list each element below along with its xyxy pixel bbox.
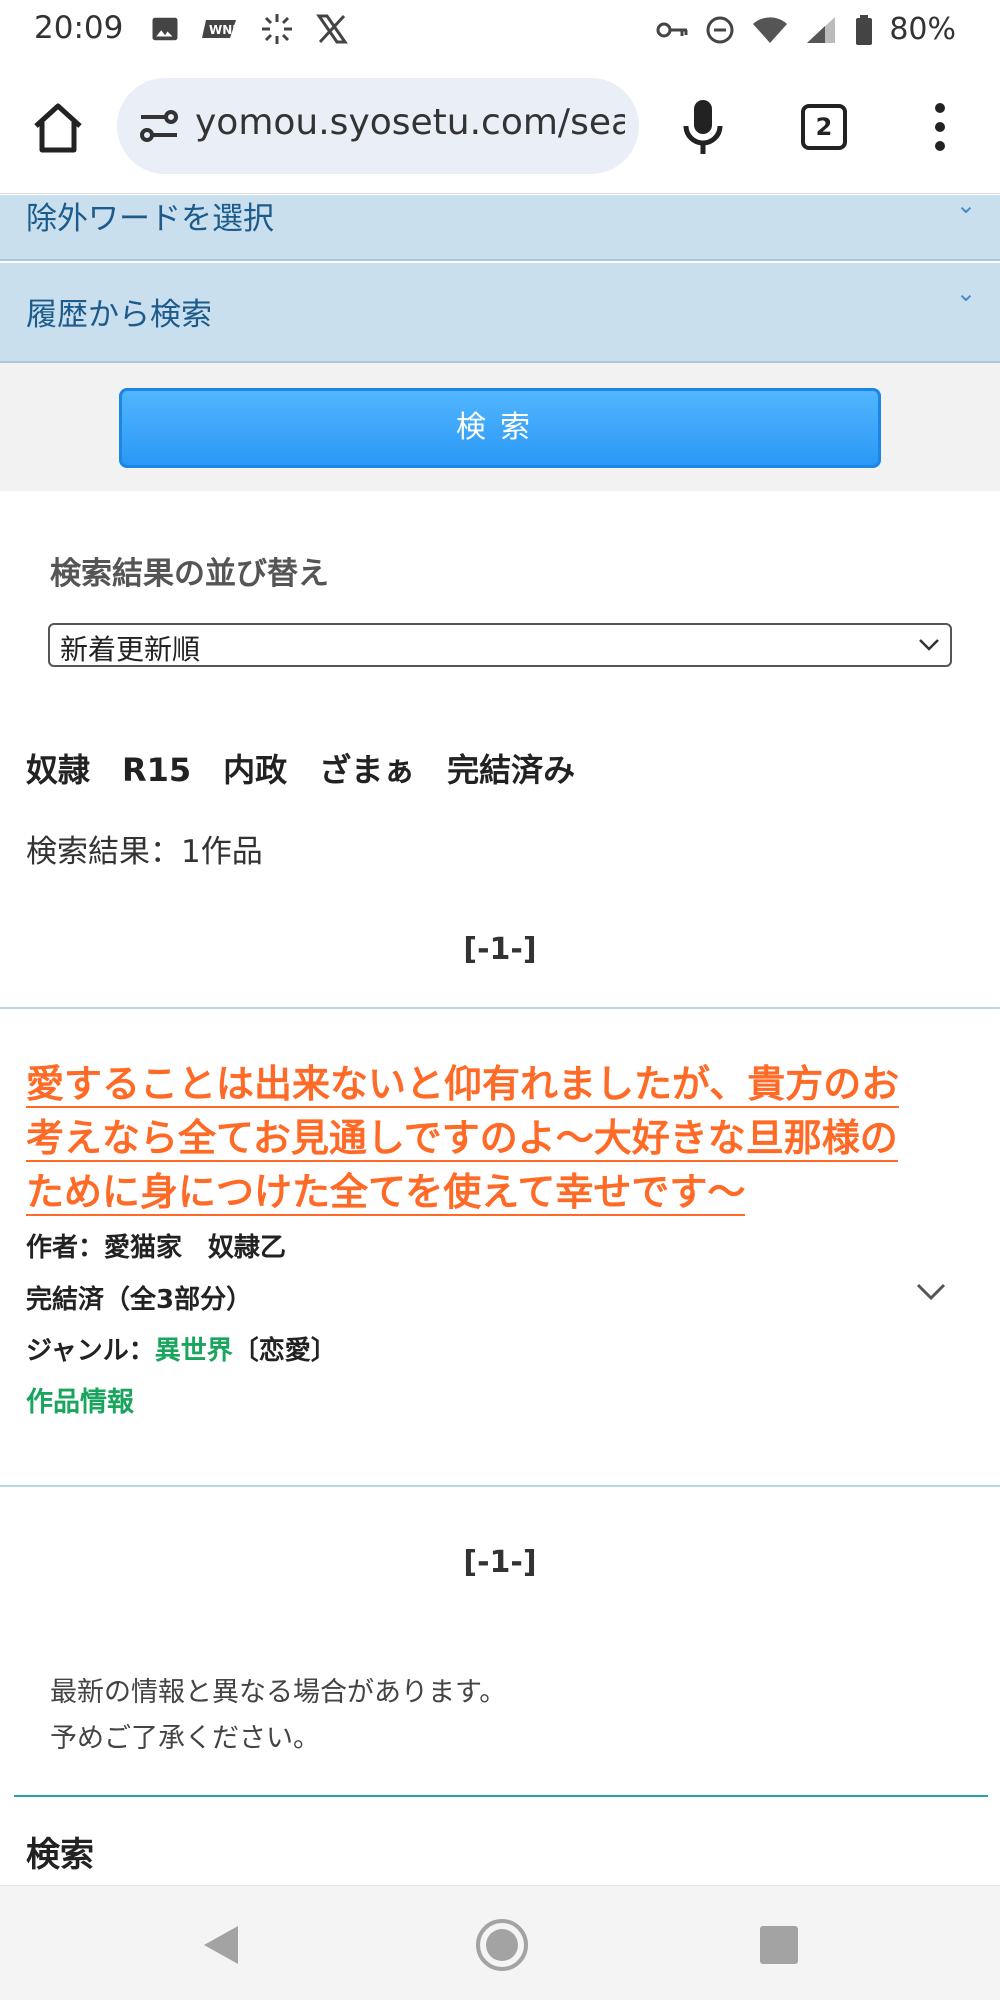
- url-text[interactable]: yomou.syosetu.com/sea: [195, 102, 625, 143]
- result-count: 検索結果：1作品: [26, 834, 263, 870]
- accordion-label: 履歴から検索: [26, 297, 212, 333]
- section-divider: [14, 1795, 988, 1797]
- pager-top[interactable]: [-1-]: [0, 932, 1000, 967]
- footer-search-heading: 検索: [26, 1835, 94, 1875]
- chevron-down-icon: ⌄: [955, 191, 976, 219]
- pager-bottom[interactable]: [-1-]: [0, 1545, 1000, 1580]
- battery-percent: 80%: [889, 12, 956, 47]
- microphone-icon[interactable]: [680, 98, 726, 158]
- svg-text:WNI: WNI: [209, 23, 237, 37]
- novel-title-line[interactable]: 愛することは出来ないと仰有れましたが、貴方のお: [26, 1062, 900, 1108]
- sort-title: 検索結果の並び替え: [50, 556, 329, 592]
- notification-icons: WNI: [150, 12, 348, 46]
- novel-title-link[interactable]: 愛することは出来ないと仰有れましたが、貴方のお 考えなら全てお見通しですのよ〜大…: [26, 1057, 976, 1219]
- status-bar: 20:09 WNI 80%: [0, 0, 1000, 62]
- more-menu-icon[interactable]: [930, 102, 950, 152]
- home-icon[interactable]: [30, 100, 86, 156]
- novel-title-line[interactable]: 考えなら全てお見通しですのよ〜大好きな旦那様の: [26, 1116, 898, 1162]
- genre-prefix: ジャンル：: [26, 1336, 155, 1366]
- tab-switcher-button[interactable]: 2: [801, 104, 847, 150]
- expand-chevron-icon[interactable]: [914, 1278, 948, 1304]
- accordion-search-history[interactable]: 履歴から検索 ⌄: [0, 263, 1000, 363]
- divider: [0, 1485, 1000, 1487]
- wni-app-icon: WNI: [202, 20, 237, 38]
- search-button-area: 検索: [0, 363, 1000, 491]
- note-line: 予めご了承ください。: [50, 1723, 320, 1754]
- battery-icon: [856, 14, 873, 45]
- divider: [0, 1007, 1000, 1009]
- vpn-key-icon: [656, 22, 688, 37]
- chevron-down-icon: ⌄: [955, 279, 976, 307]
- note-line: 最新の情報と異なる場合があります。: [50, 1677, 507, 1708]
- wifi-icon: [753, 16, 788, 43]
- system-icons: 80%: [655, 12, 956, 47]
- sort-selected-value: 新着更新順: [60, 633, 201, 666]
- novel-info-link[interactable]: 作品情報: [26, 1380, 134, 1419]
- chevron-down-icon: [919, 639, 939, 651]
- recents-icon[interactable]: [760, 1926, 798, 1964]
- browser-toolbar: yomou.syosetu.com/sea 2: [0, 62, 1000, 194]
- dnd-icon: [706, 16, 734, 43]
- image-icon: [152, 17, 178, 41]
- home-nav-icon[interactable]: [475, 1918, 529, 1972]
- genre-suffix: 〔恋愛〕: [232, 1336, 337, 1366]
- novel-title-line[interactable]: ために身につけた全てを使えて幸せです〜: [26, 1170, 746, 1216]
- signal-icon: [807, 16, 836, 43]
- accordion-label: 除外ワードを選択: [26, 201, 274, 237]
- search-keywords: 奴隷 R15 内政 ざまぁ 完結済み: [26, 751, 576, 789]
- novel-author: 作者：愛猫家 奴隷乙: [26, 1233, 287, 1263]
- site-settings-icon[interactable]: [139, 108, 179, 144]
- status-time: 20:09: [34, 10, 124, 46]
- sort-select[interactable]: 新着更新順: [48, 623, 952, 667]
- novel-status: 完結済（全3部分）: [26, 1285, 253, 1315]
- x-app-icon: [316, 14, 348, 44]
- disclaimer-note: 最新の情報と異なる場合があります。 予めご了承ください。: [50, 1670, 506, 1762]
- radial-app-icon: [262, 14, 292, 44]
- genre-link[interactable]: 異世界: [155, 1336, 233, 1366]
- search-button[interactable]: 検索: [119, 388, 881, 468]
- system-nav-bar: [0, 1885, 1000, 2000]
- accordion-exclude-words[interactable]: 除外ワードを選択 ⌄: [0, 191, 1000, 261]
- address-bar[interactable]: yomou.syosetu.com/sea: [117, 78, 639, 174]
- novel-genre: ジャンル：異世界〔恋愛〕: [26, 1330, 337, 1367]
- back-icon[interactable]: [200, 1922, 242, 1968]
